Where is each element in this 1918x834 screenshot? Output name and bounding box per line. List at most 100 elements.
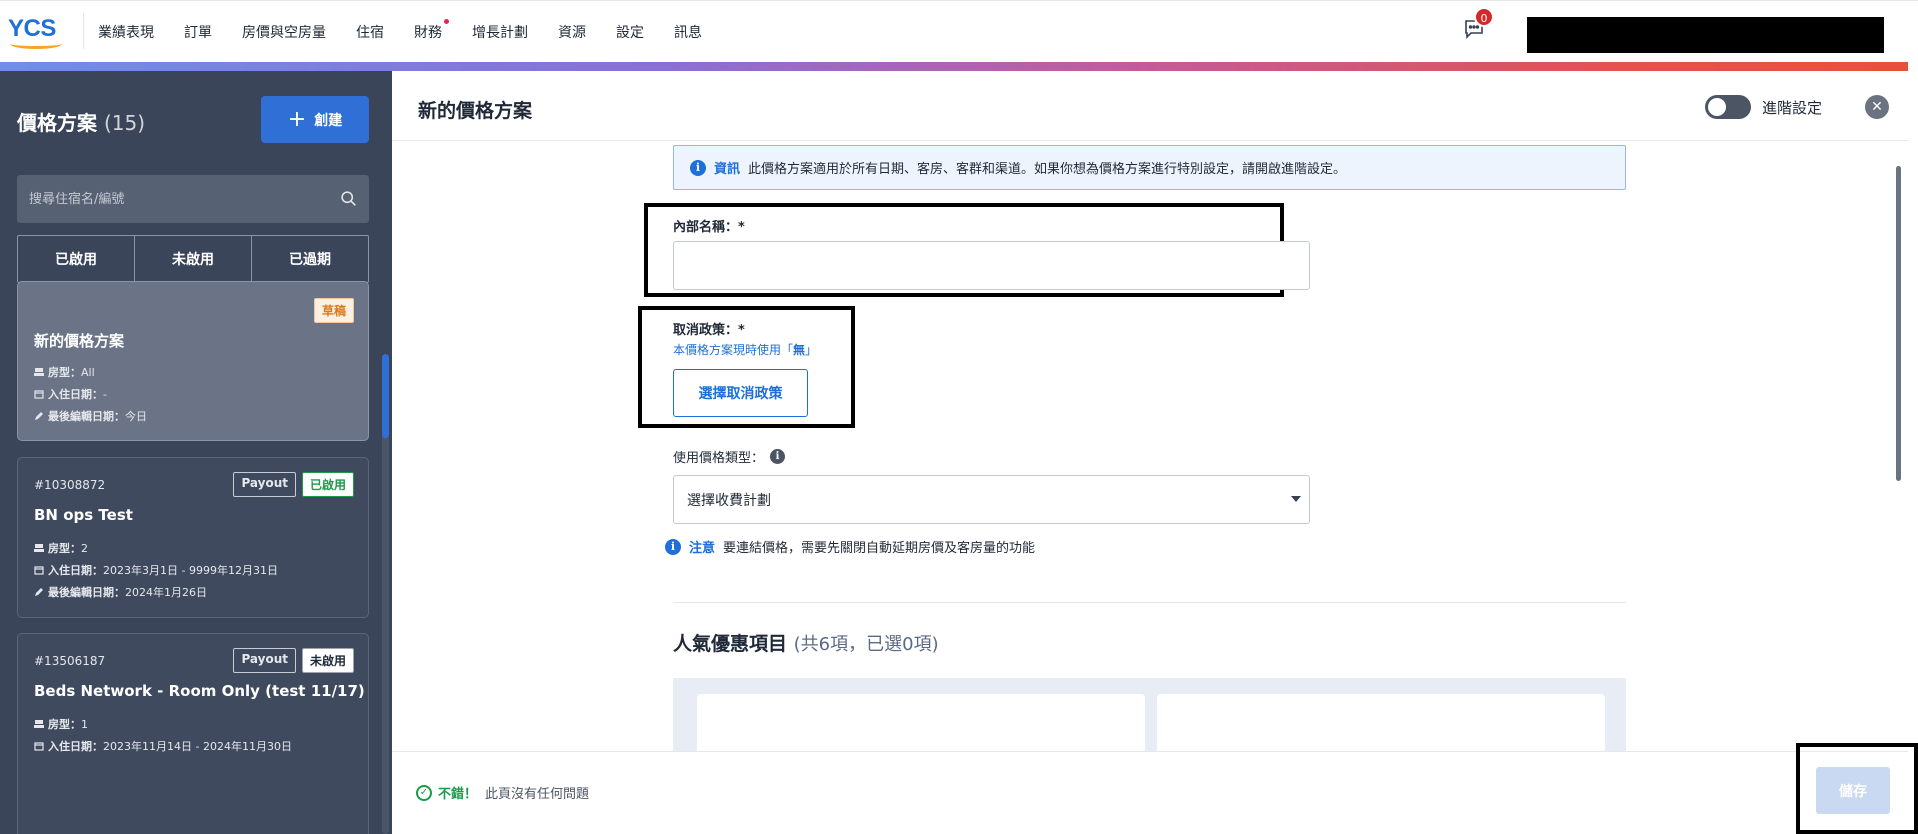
checkin-label: 入住日期： bbox=[48, 564, 103, 577]
edited-value: 今日 bbox=[125, 410, 147, 423]
redacted-account-area bbox=[1527, 17, 1884, 53]
section-divider bbox=[673, 602, 1626, 603]
room-type-label: 房型： bbox=[48, 366, 81, 379]
nav-item-growth[interactable]: 增長計劃 bbox=[472, 22, 528, 42]
create-button[interactable]: + 創建 bbox=[261, 96, 369, 143]
price-type-select[interactable]: 選擇收費計劃 bbox=[673, 475, 1310, 524]
edited-row: 最後編輯日期： 今日 bbox=[34, 408, 147, 424]
tab-expired[interactable]: 已過期 bbox=[252, 236, 368, 282]
top-navigation: YCS 業績表現 訂單 房價與空房量 住宿 財務 增長計劃 資源 設定 訊息 0 bbox=[0, 0, 1918, 62]
main-scrollbar-thumb[interactable] bbox=[1896, 166, 1901, 481]
plus-icon: + bbox=[287, 106, 307, 132]
rate-plan-id: #13506187 bbox=[34, 654, 106, 668]
info-icon[interactable]: i bbox=[770, 449, 786, 464]
edited-row: 最後編輯日期： 2024年1月26日 bbox=[34, 584, 207, 600]
sidebar-scrollbar-thumb[interactable] bbox=[382, 354, 389, 438]
checkin-value: 2023年3月1日 - 9999年12月31日 bbox=[103, 564, 278, 577]
notification-count-badge: 0 bbox=[1474, 7, 1494, 27]
create-label: 創建 bbox=[314, 112, 343, 129]
rate-plan-form: i 資訊 此價格方案適用於所有日期、客房、客群和渠道。如果你想為價格方案進行特別… bbox=[392, 141, 1908, 751]
checkin-row: 入住日期： 2023年3月1日 - 9999年12月31日 bbox=[34, 562, 278, 578]
rate-plans-sidebar: 價格方案 (15) + 創建 已啟用 未啟用 已過期 + 篩選 草稿 新的價格方… bbox=[0, 71, 392, 834]
pencil-icon bbox=[35, 412, 43, 420]
room-type-value: 2 bbox=[81, 541, 88, 555]
tab-active[interactable]: 已啟用 bbox=[18, 236, 135, 282]
popular-promotions-heading: 人氣優惠項目 bbox=[673, 633, 788, 655]
close-icon[interactable]: ✕ bbox=[1865, 95, 1889, 119]
checkin-value: 2023年11月14日 - 2024年11月30日 bbox=[103, 740, 292, 753]
logo-swoosh bbox=[10, 39, 62, 49]
price-type-selected-value: 選擇收費計劃 bbox=[687, 492, 771, 509]
popular-promotions-title: 人氣優惠項目 (共6項，已選0項) bbox=[673, 629, 939, 656]
rate-plan-name: 新的價格方案 bbox=[34, 332, 125, 350]
rate-plan-card[interactable]: #13506187 Payout 未啟用 Beds Network - Room… bbox=[17, 633, 369, 834]
checkin-row: 入住日期： - bbox=[34, 386, 107, 402]
room-type-value: 1 bbox=[81, 717, 88, 731]
select-cancel-policy-button[interactable]: 選擇取消政策 bbox=[673, 369, 808, 417]
nav-item-resources[interactable]: 資源 bbox=[558, 22, 586, 42]
nav-menu: 業績表現 訂單 房價與空房量 住宿 財務 增長計劃 資源 設定 訊息 bbox=[98, 1, 732, 63]
info-text: 此價格方案適用於所有日期、客房、客群和渠道。如果你想為價格方案進行特別設定，請開… bbox=[748, 162, 1347, 177]
cancel-policy-hint: 本價格方案現時使用「無」 bbox=[673, 341, 817, 358]
tab-inactive[interactable]: 未啟用 bbox=[135, 236, 252, 282]
main-header: 新的價格方案 進階設定 ✕ bbox=[392, 71, 1908, 141]
search-icon[interactable] bbox=[340, 190, 357, 207]
chat-button[interactable]: 0 bbox=[1462, 7, 1494, 43]
cancel-policy-hint-prefix: 本價格方案現時使用「 bbox=[673, 343, 794, 357]
price-type-label: 使用價格類型： bbox=[673, 451, 765, 466]
validation-ok-text: 此頁沒有任何問題 bbox=[485, 787, 590, 802]
promotion-card[interactable] bbox=[697, 694, 1145, 751]
check-circle-icon: ✓ bbox=[416, 784, 432, 801]
internal-name-input[interactable] bbox=[673, 241, 1310, 290]
status-badge-inactive: 未啟用 bbox=[301, 648, 354, 673]
edited-value: 2024年1月26日 bbox=[125, 586, 207, 599]
payout-badge: Payout bbox=[233, 648, 296, 673]
status-badge-draft: 草稿 bbox=[313, 298, 354, 323]
brand-gradient-bar bbox=[0, 62, 1908, 71]
rate-plan-card-draft[interactable]: 草稿 新的價格方案 房型： All 入住日期： - 最後編輯日期： 今日 bbox=[17, 281, 369, 441]
edited-label: 最後編輯日期： bbox=[48, 410, 125, 423]
bed-icon bbox=[34, 720, 44, 728]
room-type-label: 房型： bbox=[48, 542, 81, 555]
payout-badge: Payout bbox=[233, 472, 296, 497]
calendar-icon bbox=[34, 390, 44, 399]
info-label: 資訊 bbox=[714, 162, 741, 177]
checkin-row: 入住日期： 2023年11月14日 - 2024年11月30日 bbox=[34, 738, 292, 754]
form-footer: ✓ 不錯！ 此頁沒有任何問題 bbox=[392, 751, 1908, 834]
nav-divider bbox=[83, 13, 84, 49]
checkin-value: - bbox=[103, 387, 107, 401]
room-type-row: 房型： 1 bbox=[34, 716, 88, 732]
nav-item-performance[interactable]: 業績表現 bbox=[98, 22, 154, 42]
info-banner: i 資訊 此價格方案適用於所有日期、客房、客群和渠道。如果你想為價格方案進行特別… bbox=[673, 145, 1626, 190]
nav-item-property[interactable]: 住宿 bbox=[356, 22, 384, 42]
card-badges: Payout 已啟用 bbox=[227, 472, 354, 497]
rate-plan-card[interactable]: #10308872 Payout 已啟用 BN ops Test 房型： 2 入住… bbox=[17, 457, 369, 618]
logo-text: YCS bbox=[8, 15, 56, 42]
rate-plan-count: (15) bbox=[103, 111, 146, 135]
nav-item-finance-label: 財務 bbox=[414, 25, 442, 41]
nav-item-bookings[interactable]: 訂單 bbox=[184, 22, 212, 42]
page-title: 新的價格方案 bbox=[418, 100, 533, 122]
rate-plan-name: Beds Network - Room Only (test 11/17) bbox=[34, 682, 365, 700]
nav-item-messages[interactable]: 訊息 bbox=[674, 22, 702, 42]
checkin-label: 入住日期： bbox=[48, 740, 103, 753]
note-text: 要連結價格，需要先關閉自動延期房價及客房量的功能 bbox=[723, 541, 1036, 556]
advanced-settings-toggle[interactable] bbox=[1705, 95, 1751, 119]
nav-item-settings[interactable]: 設定 bbox=[616, 22, 644, 42]
calendar-icon bbox=[34, 742, 44, 751]
ycs-logo[interactable]: YCS bbox=[8, 15, 66, 49]
status-filter-tabs: 已啟用 未啟用 已過期 bbox=[17, 235, 369, 283]
toggle-knob bbox=[1708, 98, 1726, 116]
bed-icon bbox=[34, 544, 44, 552]
validation-ok-label: 不錯！ bbox=[438, 787, 478, 802]
status-badge-active: 已啟用 bbox=[301, 472, 354, 497]
chevron-down-icon bbox=[1291, 496, 1301, 502]
notification-dot bbox=[444, 19, 449, 24]
advanced-settings-label: 進階設定 bbox=[1762, 99, 1823, 117]
save-button[interactable]: 儲存 bbox=[1816, 767, 1890, 814]
search-input[interactable] bbox=[29, 175, 329, 223]
promotion-card[interactable] bbox=[1157, 694, 1605, 751]
cancel-policy-label: 取消政策：* bbox=[673, 323, 745, 338]
nav-item-finance[interactable]: 財務 bbox=[414, 19, 449, 42]
nav-item-rates-availability[interactable]: 房價與空房量 bbox=[242, 22, 326, 42]
